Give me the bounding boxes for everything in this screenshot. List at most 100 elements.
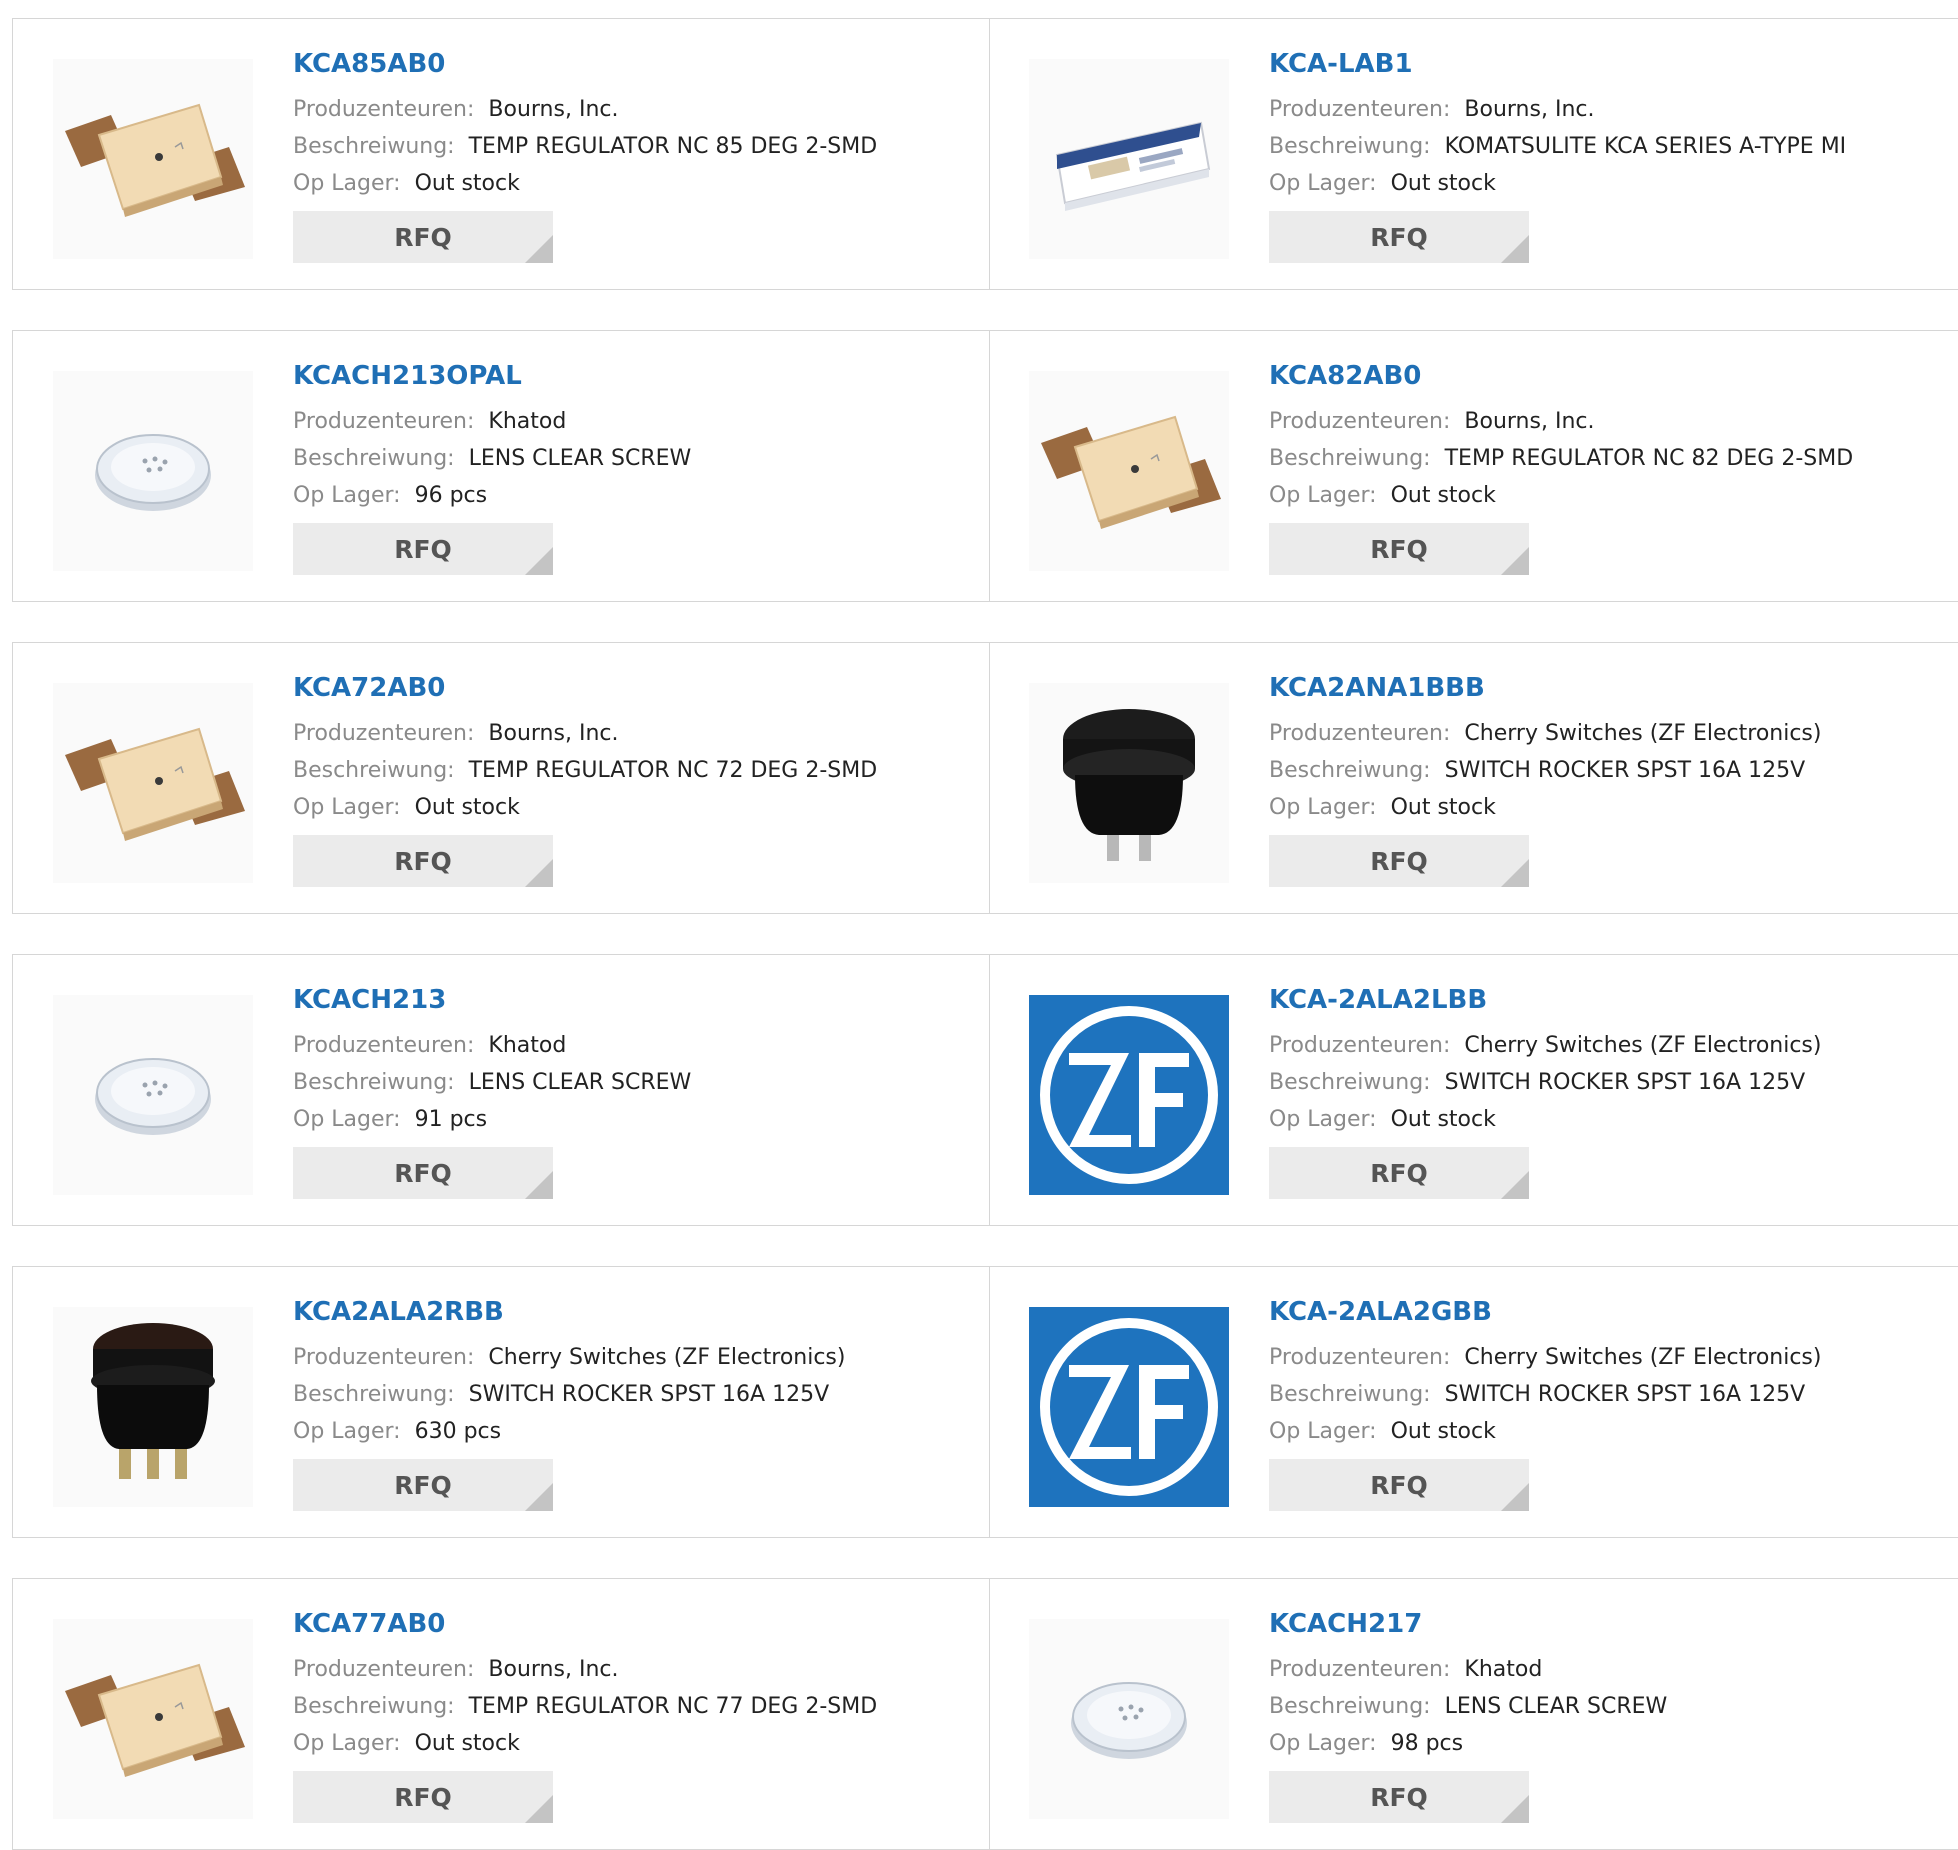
stock-label: Op Lager: [1269,171,1377,196]
product-row: KCA77AB0 Produzenteuren: Bourns, Inc. Besch… [12,1578,1958,1850]
part-number-link[interactable]: KCA-2ALA2LBB [1269,983,1821,1017]
description-value: LENS CLEAR SCREW [468,1070,692,1095]
manufacturer-line: Produzenteuren: Bourns, Inc. [293,1651,877,1688]
description-value: LENS CLEAR SCREW [468,446,692,471]
manufacturer-line: Produzenteuren: Cherry Switches (ZF Elect… [1269,1027,1821,1064]
rfq-button[interactable]: RFQ [293,1459,553,1511]
rfq-button[interactable]: RFQ [293,1771,553,1823]
product-image[interactable] [1029,1619,1229,1819]
part-number-link[interactable]: KCACH217 [1269,1607,1667,1641]
manufacturer-label: Produzenteuren: [1269,1657,1451,1682]
product-info: KCA-2ALA2GBB Produzenteuren: Cherry Switch… [1269,1295,1821,1511]
stock-value: Out stock [1390,483,1496,508]
rfq-button[interactable]: RFQ [1269,211,1529,263]
manufacturer-line: Produzenteuren: Bourns, Inc. [293,91,877,128]
stock-value: 630 pcs [414,1419,502,1444]
corner-triangle-icon [1501,1171,1529,1199]
lens-image [1071,1682,1187,1759]
rfq-button[interactable]: RFQ [1269,1459,1529,1511]
product-card: KCA-2ALA2LBB Produzenteuren: Cherry Switch… [989,955,1958,1225]
rfq-button[interactable]: RFQ [293,211,553,263]
manufacturer-line: Produzenteuren: Cherry Switches (ZF Elect… [1269,1339,1821,1376]
temp-regulator-image [65,103,245,217]
product-card: KCA82AB0 Produzenteuren: Bourns, Inc. Besch… [989,331,1958,601]
manufacturer-label: Produzenteuren: [1269,97,1451,122]
stock-line: Op Lager: Out stock [293,789,877,826]
stock-value: 96 pcs [414,483,488,508]
manufacturer-label: Produzenteuren: [1269,721,1451,746]
stock-line: Op Lager: Out stock [293,165,877,202]
manufacturer-value: Bourns, Inc. [488,97,619,122]
description-line: Beschreiwung: TEMP REGULATOR NC 82 DEG 2-… [1269,440,1853,477]
product-image[interactable] [53,1619,253,1819]
description-line: Beschreiwung: SWITCH ROCKER SPST 16A 125V [1269,752,1821,789]
manufacturer-line: Produzenteuren: Bourns, Inc. [1269,91,1846,128]
description-value: SWITCH ROCKER SPST 16A 125V [1444,1070,1806,1095]
part-number-link[interactable]: KCA2ALA2RBB [293,1295,845,1329]
product-image[interactable] [53,371,253,571]
description-label: Beschreiwung: [1269,1382,1431,1407]
stock-label: Op Lager: [1269,795,1377,820]
description-line: Beschreiwung: SWITCH ROCKER SPST 16A 125V [293,1376,845,1413]
product-image[interactable] [53,995,253,1195]
product-info: KCA2ALA2RBB Produzenteuren: Cherry Switche… [293,1295,845,1511]
rfq-button[interactable]: RFQ [1269,523,1529,575]
product-image[interactable] [1029,683,1229,883]
rfq-button[interactable]: RFQ [1269,1147,1529,1199]
description-label: Beschreiwung: [293,1694,455,1719]
rfq-label: RFQ [1370,1158,1428,1188]
product-info: KCA-2ALA2LBB Produzenteuren: Cherry Switch… [1269,983,1821,1199]
stock-line: Op Lager: Out stock [1269,165,1846,202]
product-image[interactable] [1029,59,1229,259]
temp-regulator-image [1041,415,1221,529]
corner-triangle-icon [1501,235,1529,263]
part-number-link[interactable]: KCA85AB0 [293,47,877,81]
stock-line: Op Lager: 96 pcs [293,477,691,514]
product-card: KCA-LAB1 Produzenteuren: Bourns, Inc. Besch… [989,19,1958,289]
rocker-switch-3pin-image [91,1323,215,1479]
zf-logo [1029,995,1229,1195]
manufacturer-label: Produzenteuren: [293,1345,475,1370]
description-value: LENS CLEAR SCREW [1444,1694,1668,1719]
part-number-link[interactable]: KCACH213 [293,983,691,1017]
corner-triangle-icon [1501,859,1529,887]
part-number-link[interactable]: KCA82AB0 [1269,359,1853,393]
product-info: KCA72AB0 Produzenteuren: Bourns, Inc. Besch… [293,671,877,887]
product-image[interactable] [1029,1307,1229,1507]
rfq-button[interactable]: RFQ [1269,1771,1529,1823]
part-number-link[interactable]: KCA2ANA1BBB [1269,671,1821,705]
part-number-link[interactable]: KCA72AB0 [293,671,877,705]
manufacturer-line: Produzenteuren: Bourns, Inc. [1269,403,1853,440]
stock-line: Op Lager: Out stock [1269,1101,1821,1138]
rfq-label: RFQ [394,222,452,252]
corner-triangle-icon [1501,1483,1529,1511]
part-number-link[interactable]: KCACH213OPAL [293,359,691,393]
product-image[interactable] [53,59,253,259]
description-value: TEMP REGULATOR NC 85 DEG 2-SMD [468,134,878,159]
rfq-button[interactable]: RFQ [293,835,553,887]
rfq-button[interactable]: RFQ [293,1147,553,1199]
description-label: Beschreiwung: [293,1382,455,1407]
product-image[interactable] [53,1307,253,1507]
stock-value: Out stock [414,171,520,196]
product-image[interactable] [53,683,253,883]
stock-line: Op Lager: 91 pcs [293,1101,691,1138]
rfq-button[interactable]: RFQ [293,523,553,575]
stock-value: Out stock [1390,1107,1496,1132]
part-number-link[interactable]: KCA77AB0 [293,1607,877,1641]
part-number-link[interactable]: KCA-2ALA2GBB [1269,1295,1821,1329]
description-line: Beschreiwung: TEMP REGULATOR NC 72 DEG 2-… [293,752,877,789]
manufacturer-line: Produzenteuren: Khatod [293,1027,691,1064]
manufacturer-value: Bourns, Inc. [1464,97,1595,122]
product-info: KCA85AB0 Produzenteuren: Bourns, Inc. Besch… [293,47,877,263]
product-image[interactable] [1029,995,1229,1195]
product-row: KCA85AB0 Produzenteuren: Bourns, Inc. Besch… [12,18,1958,290]
part-number-link[interactable]: KCA-LAB1 [1269,47,1846,81]
description-line: Beschreiwung: LENS CLEAR SCREW [1269,1688,1667,1725]
product-image[interactable] [1029,371,1229,571]
rfq-label: RFQ [1370,534,1428,564]
rfq-button[interactable]: RFQ [1269,835,1529,887]
manufacturer-label: Produzenteuren: [1269,1033,1451,1058]
description-line: Beschreiwung: LENS CLEAR SCREW [293,440,691,477]
description-label: Beschreiwung: [1269,446,1431,471]
